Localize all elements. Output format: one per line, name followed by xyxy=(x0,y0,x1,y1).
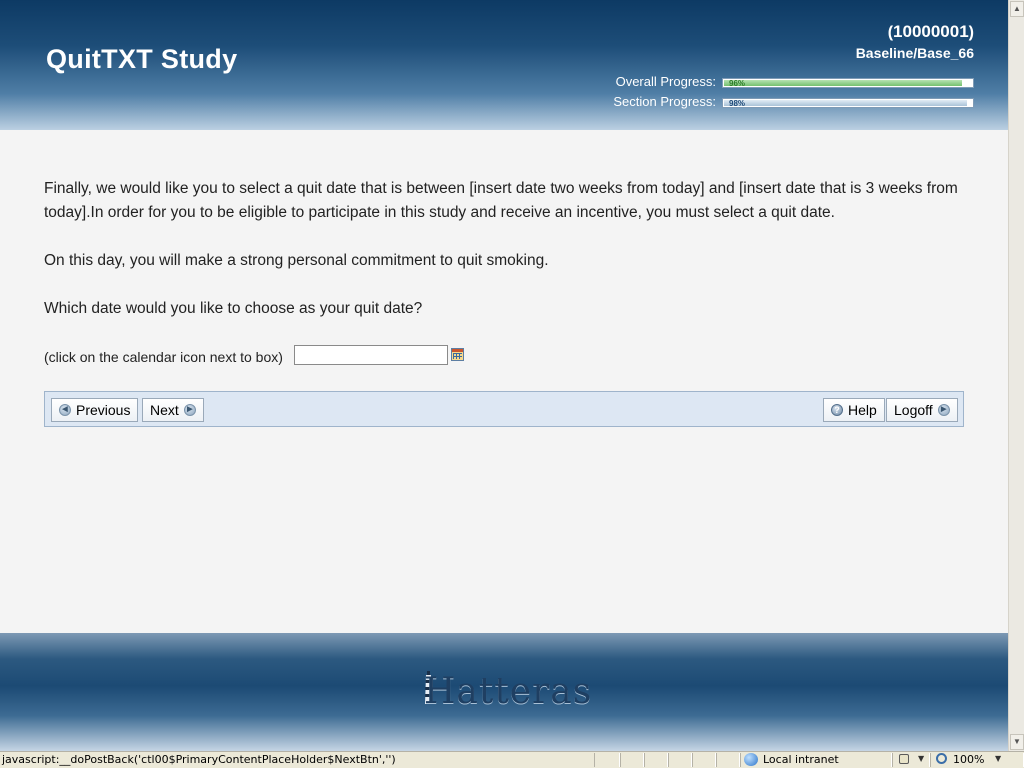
brand-logo-text: Hatteras xyxy=(424,671,593,712)
section-progress-percent: 98% xyxy=(729,99,746,108)
navigation-bar: ◀ Previous Next ▶ ? Help Logoff ▶ xyxy=(44,391,964,427)
section-progress-bar: 98% xyxy=(722,98,974,108)
globe-icon xyxy=(744,753,758,766)
help-button-label: Help xyxy=(848,402,877,418)
participant-id: (10000001) xyxy=(887,22,974,41)
logoff-button-label: Logoff xyxy=(894,402,933,418)
lock-icon[interactable] xyxy=(899,754,909,764)
overall-progress-fill xyxy=(724,80,962,86)
question-text: Which date would you like to choose as y… xyxy=(44,300,423,317)
scroll-up-arrow-icon[interactable]: ▲ xyxy=(1010,1,1024,17)
zoom-level[interactable]: 100% xyxy=(953,753,984,766)
status-cell xyxy=(716,753,740,767)
section-progress-label: Section Progress: xyxy=(613,94,716,109)
fast-forward-circle-icon: ▶ xyxy=(183,404,196,416)
status-text: javascript:__doPostBack('ctl00$PrimaryCo… xyxy=(2,753,396,766)
help-button[interactable]: ? Help xyxy=(823,398,885,422)
section-progress: Section Progress: 98% xyxy=(560,94,974,110)
commitment-paragraph: On this day, you will make a strong pers… xyxy=(44,252,549,269)
site-title: QuitTXT Study xyxy=(46,44,238,74)
zoom-icon[interactable] xyxy=(936,753,947,764)
footer-banner: Hatteras xyxy=(0,633,1008,751)
fast-forward-circle-icon: ▶ xyxy=(937,404,950,416)
rewind-circle-icon: ◀ xyxy=(59,404,71,416)
previous-button-label: Previous xyxy=(76,402,131,418)
overall-progress-percent: 96% xyxy=(729,79,746,88)
participant-id-value: 10000001 xyxy=(893,22,969,41)
previous-button[interactable]: ◀ Previous xyxy=(51,398,139,422)
status-cell xyxy=(594,753,620,767)
calendar-icon[interactable] xyxy=(451,348,464,361)
security-zone: Local intranet xyxy=(763,753,839,766)
chevron-down-icon[interactable]: ▼ xyxy=(918,754,924,763)
chevron-down-icon[interactable]: ▼ xyxy=(995,754,1001,763)
logoff-button[interactable]: Logoff ▶ xyxy=(886,398,958,422)
status-cell xyxy=(620,753,644,767)
scroll-down-arrow-icon[interactable]: ▼ xyxy=(1010,734,1024,750)
section-name: Baseline/Base_66 xyxy=(855,45,974,61)
protected-mode-cell[interactable] xyxy=(892,753,930,767)
question-content: Finally, we would like you to select a q… xyxy=(44,177,974,345)
status-cell xyxy=(644,753,668,767)
overall-progress-bar: 96% xyxy=(722,78,974,88)
status-cell xyxy=(692,753,716,767)
status-cell xyxy=(668,753,692,767)
next-button-label: Next xyxy=(150,402,179,418)
browser-status-bar: javascript:__doPostBack('ctl00$PrimaryCo… xyxy=(0,751,1024,768)
instruction-paragraph: Finally, we would like you to select a q… xyxy=(44,180,958,221)
vertical-scrollbar[interactable]: ▲ ▼ xyxy=(1008,0,1024,751)
quit-date-input[interactable] xyxy=(294,345,448,365)
overall-progress: Overall Progress: 96% xyxy=(560,74,974,90)
help-circle-icon: ? xyxy=(831,404,843,416)
header-banner: QuitTXT Study (10000001) Baseline/Base_6… xyxy=(0,0,1008,130)
calendar-hint: (click on the calendar icon next to box) xyxy=(44,349,283,365)
section-progress-fill xyxy=(724,100,967,106)
overall-progress-label: Overall Progress: xyxy=(615,74,716,89)
next-button[interactable]: Next ▶ xyxy=(142,398,204,422)
